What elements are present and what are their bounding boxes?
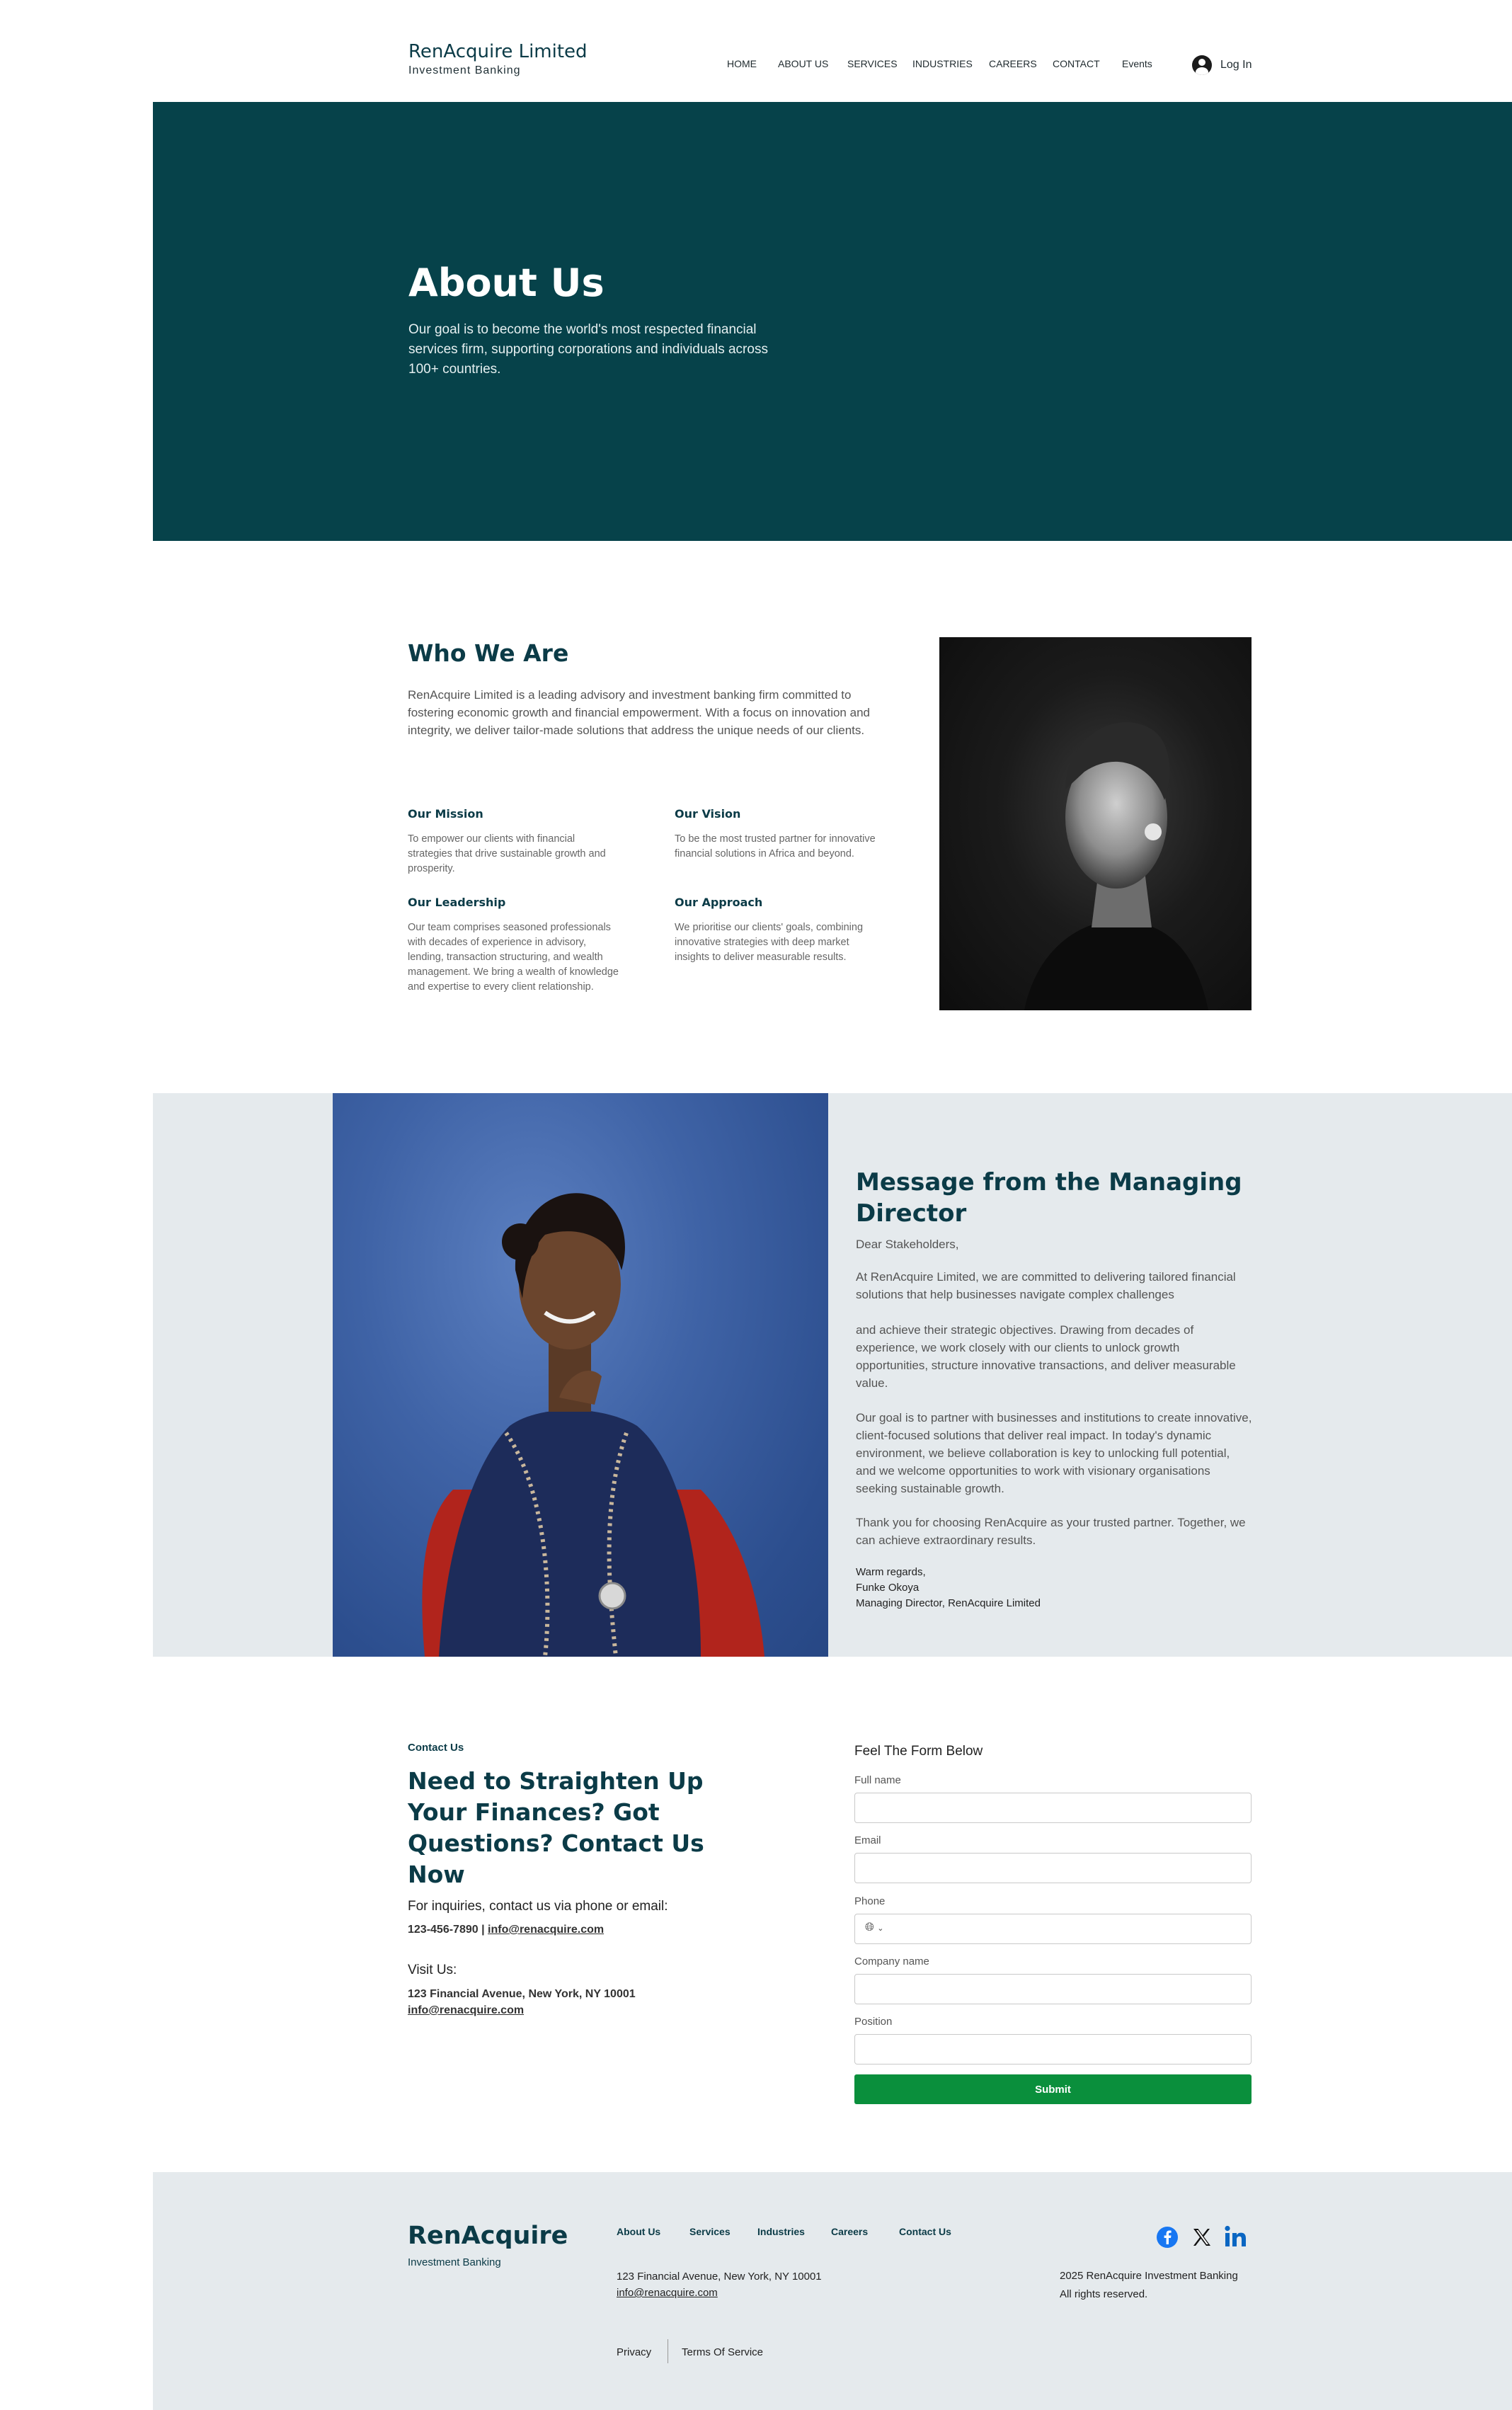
full-name-input[interactable] (854, 1793, 1252, 1823)
footer-link-industries[interactable]: Industries (757, 2226, 805, 2237)
position-label: Position (854, 2016, 893, 2028)
leadership-text: Our team comprises seasoned professional… (408, 922, 619, 993)
md-sign-off: Warm regards, (856, 1566, 926, 1578)
hero-banner (153, 102, 1512, 541)
facebook-icon[interactable] (1155, 2225, 1179, 2249)
leadership-title: Our Leadership (408, 896, 506, 909)
footer-link-about-us[interactable]: About Us (617, 2226, 660, 2237)
nav-events[interactable]: Events (1122, 58, 1152, 69)
mission-text: To empower our clients with financial st… (408, 833, 606, 874)
nav-services[interactable]: SERVICES (847, 58, 898, 69)
full-name-label: Full name (854, 1774, 901, 1786)
company-label: Company name (854, 1955, 929, 1968)
chevron-down-icon: ⌄ (877, 1924, 884, 1933)
nav-about-us[interactable]: ABOUT US (778, 58, 828, 69)
globe-icon: 🌐︎ (865, 1921, 874, 1934)
vision-title: Our Vision (675, 807, 741, 821)
footer-brand[interactable]: RenAcquire (408, 2222, 568, 2250)
approach-text: We prioritise our clients' goals, combin… (675, 922, 864, 963)
phone-input[interactable]: 🌐︎ ⌄ (854, 1914, 1252, 1944)
who-we-are-text: RenAcquire Limited is a leading advisory… (408, 688, 870, 737)
footer-address: 123 Financial Avenue, New York, NY 10001 (617, 2271, 822, 2283)
linkedin-icon[interactable] (1224, 2225, 1248, 2249)
team-member-photo (939, 637, 1252, 1010)
md-role: Managing Director, RenAcquire Limited (856, 1597, 1041, 1609)
vision-text: To be the most trusted partner for innov… (675, 833, 876, 860)
footer-terms-link[interactable]: Terms Of Service (682, 2345, 763, 2360)
copyright-line-1: 2025 RenAcquire Investment Banking (1060, 2270, 1238, 2282)
contact-phone[interactable]: 123-456-7890 (408, 1924, 479, 1936)
footer-privacy-link[interactable]: Privacy (617, 2345, 651, 2360)
email-label: Email (854, 1834, 881, 1846)
contact-title: Need to Straighten Up Your Finances? Got… (408, 1767, 704, 1888)
brand-subtitle: Investment Banking (408, 64, 521, 76)
brand-name[interactable]: RenAcquire Limited (408, 41, 588, 62)
md-name: Funke Okoya (856, 1582, 920, 1594)
company-input[interactable] (854, 1974, 1252, 2004)
x-icon[interactable] (1190, 2225, 1214, 2249)
managing-director-photo (333, 1093, 828, 1657)
form-title: Feel The Form Below (854, 1744, 983, 1759)
page-title: About Us (408, 261, 605, 305)
email-input[interactable] (854, 1853, 1252, 1883)
md-greeting: Dear Stakeholders, (856, 1238, 959, 1251)
visit-address: 123 Financial Avenue, New York, NY 10001 (408, 1988, 636, 2000)
approach-title: Our Approach (675, 896, 763, 909)
contact-details: 123-456-7890 | info@renacquire.com (408, 1924, 604, 1936)
submit-button[interactable]: Submit (854, 2074, 1252, 2104)
footer-link-contact-us[interactable]: Contact Us (899, 2226, 951, 2237)
md-message-title: Message from the Managing Director (856, 1168, 1242, 1228)
mission-title: Our Mission (408, 807, 483, 821)
nav-industries[interactable]: INDUSTRIES (912, 58, 973, 69)
visit-label: Visit Us: (408, 1963, 457, 1977)
who-we-are-title: Who We Are (408, 639, 569, 667)
inquiries-text: For inquiries, contact us via phone or e… (408, 1899, 668, 1914)
contact-kicker: Contact Us (408, 1742, 464, 1754)
position-input[interactable] (854, 2034, 1252, 2065)
nav-contact[interactable]: CONTACT (1053, 58, 1100, 69)
footer-brand-subtitle: Investment Banking (408, 2256, 501, 2268)
footer-email-link[interactable]: info@renacquire.com (617, 2285, 718, 2301)
contact-separator: | (478, 1924, 488, 1936)
phone-label: Phone (854, 1895, 886, 1907)
login-button[interactable]: Log In (1192, 55, 1252, 75)
nav-careers[interactable]: CAREERS (989, 58, 1037, 69)
nav-home[interactable]: HOME (727, 58, 757, 69)
footer (153, 2172, 1512, 2410)
md-paragraph-1b: and achieve their strategic objectives. … (856, 1323, 1236, 1390)
footer-link-services[interactable]: Services (689, 2226, 731, 2237)
hero-text: Our goal is to become the world's most r… (408, 322, 768, 377)
login-label: Log In (1220, 59, 1252, 71)
copyright-line-2: All rights reserved. (1060, 2288, 1148, 2300)
md-paragraph-2: Our goal is to partner with businesses a… (856, 1411, 1252, 1495)
md-paragraph-1: At RenAcquire Limited, we are committed … (856, 1270, 1236, 1301)
md-paragraph-3: Thank you for choosing RenAcquire as you… (856, 1516, 1246, 1547)
country-code-selector[interactable]: 🌐︎ ⌄ (865, 1921, 883, 1934)
user-avatar-icon (1192, 55, 1212, 75)
visit-email-link[interactable]: info@renacquire.com (408, 2004, 524, 2017)
footer-link-careers[interactable]: Careers (831, 2226, 868, 2237)
contact-email-link[interactable]: info@renacquire.com (488, 1924, 604, 1936)
